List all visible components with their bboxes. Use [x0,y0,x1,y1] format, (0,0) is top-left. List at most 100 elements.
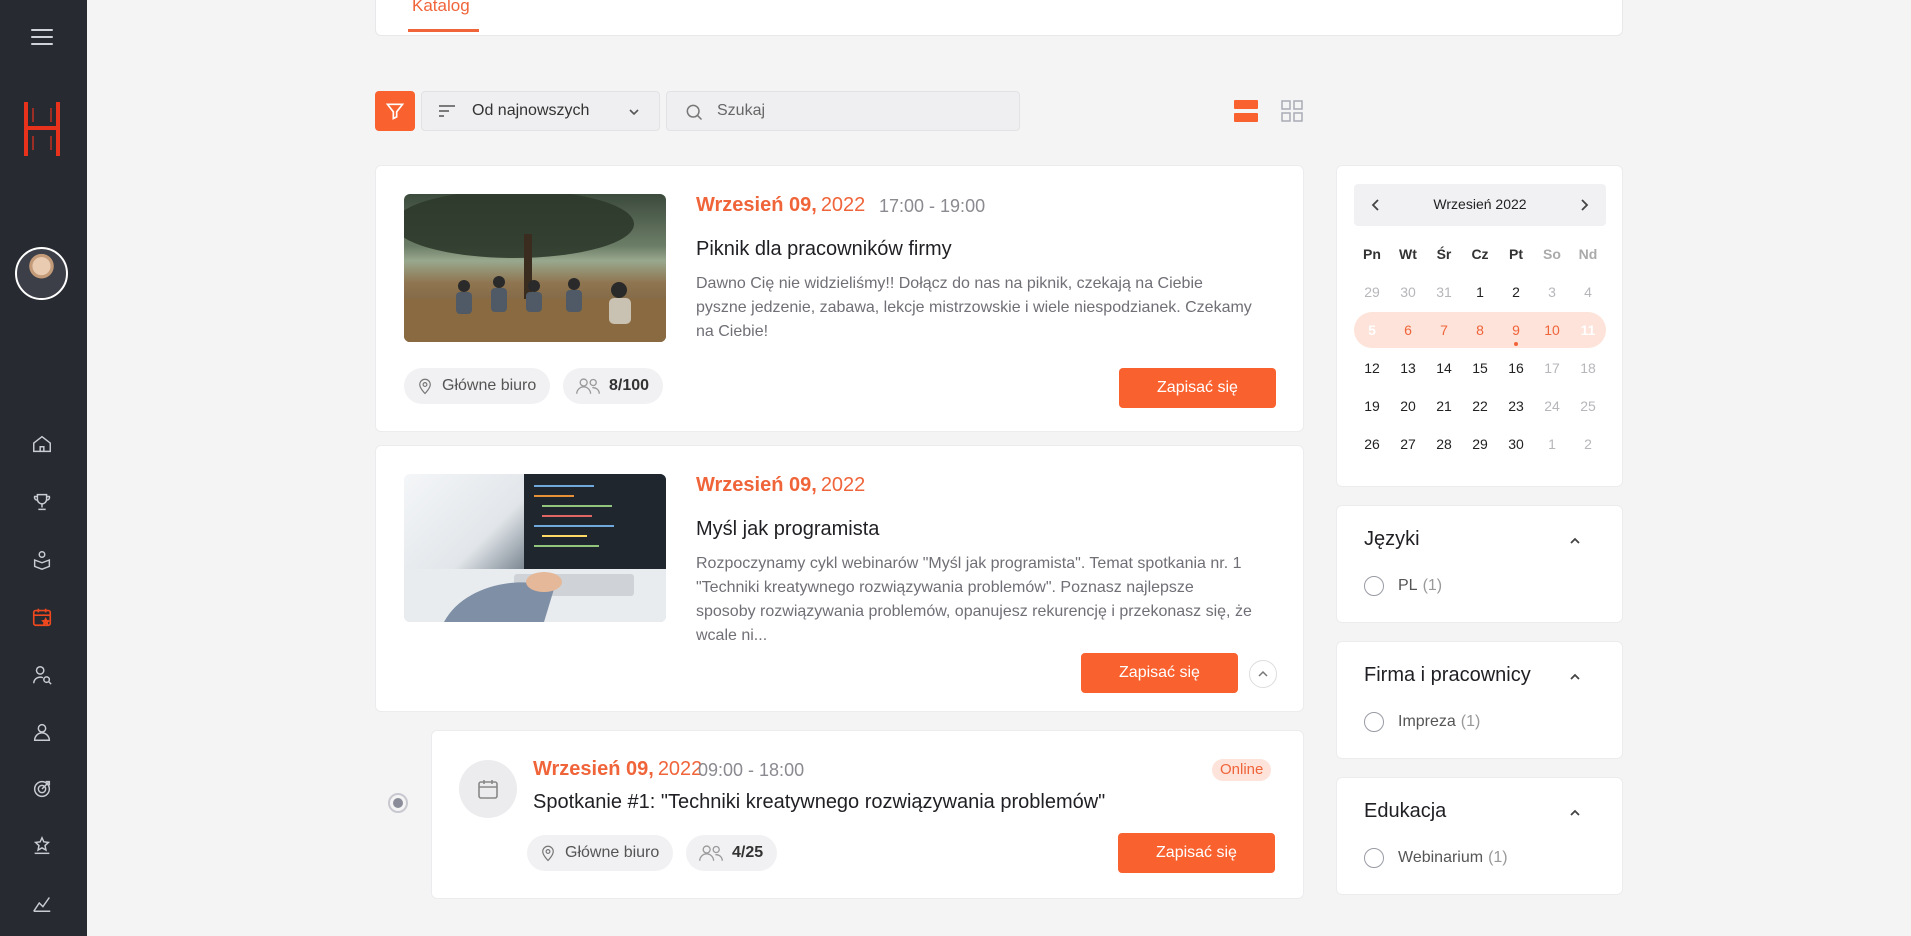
event-description: Rozpoczynamy cykl webinarów "Myśl jak pr… [696,555,1252,644]
calendar-day[interactable]: 30 [1498,426,1534,462]
sort-dropdown[interactable]: Od najnowszych [421,91,660,131]
search-box [666,91,1020,131]
chevron-up-icon[interactable] [1568,534,1582,548]
timeline-radio[interactable] [388,793,408,813]
calendar-day[interactable]: 1 [1534,426,1570,462]
event-title[interactable]: Piknik dla pracowników firmy [696,238,952,261]
calendar: Wrzesień 2022 Pn Wt Śr Cz Pt So Nd 29 30 31 1 2 3 4 5 6… [1336,165,1623,487]
weekday-label: Nd [1578,246,1598,262]
menu-icon[interactable] [31,29,53,47]
calendar-day[interactable]: 29 [1462,426,1498,462]
calendar-day[interactable]: 16 [1498,350,1534,386]
filter-title[interactable]: Języki [1364,528,1420,551]
filter-title[interactable]: Edukacja [1364,800,1446,823]
calendar-day[interactable]: 31 [1426,274,1462,310]
calendar-day[interactable]: 11 [1570,312,1606,348]
calendar-day[interactable]: 24 [1534,388,1570,424]
location-pin-icon [542,845,554,862]
calendar-day[interactable]: 30 [1390,274,1426,310]
filter-panel-languages: Języki PL (1) [1336,505,1623,623]
calendar-day[interactable]: 3 [1534,274,1570,310]
calendar-day[interactable]: 5 [1354,312,1390,348]
weekday-label: Wt [1399,246,1417,262]
calendar-day[interactable]: 26 [1354,426,1390,462]
weekday-label: Śr [1436,246,1452,262]
sidebar [0,0,87,936]
calendar-day[interactable]: 19 [1354,388,1390,424]
collapse-button[interactable] [1249,660,1277,688]
event-image [404,474,666,622]
event-title[interactable]: Spotkanie #1: "Techniki kreatywnego rozw… [533,791,1105,814]
calendar-day[interactable]: 18 [1570,350,1606,386]
calendar-day[interactable]: 22 [1462,388,1498,424]
calendar-day[interactable]: 2 [1570,426,1606,462]
location-pin-icon [419,378,431,395]
radio-button[interactable] [1364,712,1384,732]
radio-button[interactable] [1364,576,1384,596]
signup-button[interactable]: Zapisać się [1081,653,1238,693]
sub-event-card: Wrzesień 09, 2022 09:00 - 18:00 Online Sp… [431,730,1304,899]
signup-button[interactable]: Zapisać się [1119,368,1276,408]
user-search-icon[interactable] [28,661,56,689]
calendar-day[interactable]: 6 [1390,312,1426,348]
target-icon[interactable] [28,775,56,803]
home-icon[interactable] [28,430,56,458]
calendar-day[interactable]: 21 [1426,388,1462,424]
calendar-day[interactable]: 2 [1498,274,1534,310]
calendar-day[interactable]: 12 [1354,350,1390,386]
calendar-icon [478,780,498,799]
education-icon[interactable] [28,546,56,574]
event-time: 09:00 - 18:00 [698,760,805,780]
calendar-day[interactable]: 1 [1462,274,1498,310]
active-tab-indicator [408,29,479,32]
event-title[interactable]: Myśl jak programista [696,518,879,541]
growth-icon[interactable] [28,889,56,917]
avatar[interactable] [15,247,68,300]
filter-option[interactable]: Impreza (1) [1364,712,1480,732]
calendar-day[interactable]: 17 [1534,350,1570,386]
chevron-up-icon[interactable] [1568,670,1582,684]
chevron-down-icon [629,109,639,116]
filter-option[interactable]: Webinarium (1) [1364,848,1508,868]
trophy-icon[interactable] [28,488,56,516]
sort-label: Od najnowszych [472,102,590,119]
filter-icon [385,103,405,120]
calendar-day[interactable]: 28 [1426,426,1462,462]
calendar-day[interactable]: 8 [1462,312,1498,348]
grid-view-icon[interactable] [1281,100,1303,122]
calendar-day[interactable]: 25 [1570,388,1606,424]
event-time: 17:00 - 19:00 [879,196,986,216]
search-input[interactable] [717,92,1007,130]
calendar-day[interactable]: 29 [1354,274,1390,310]
calendar-day[interactable]: 20 [1390,388,1426,424]
filter-title[interactable]: Firma i pracownicy [1364,664,1531,687]
calendar-day[interactable]: 4 [1570,274,1606,310]
stars-icon[interactable] [28,832,56,860]
calendar-header: Wrzesień 2022 [1354,184,1606,226]
calendar-day[interactable]: 15 [1462,350,1498,386]
calendar-day[interactable]: 14 [1426,350,1462,386]
chevron-up-icon[interactable] [1568,806,1582,820]
calendar-day[interactable]: 7 [1426,312,1462,348]
calendar-icon[interactable] [28,603,56,631]
online-badge: Online [1212,759,1272,781]
filter-button[interactable] [375,91,415,131]
calendar-day[interactable]: 10 [1534,312,1570,348]
user-icon[interactable] [28,718,56,746]
weekday-label: Pt [1509,246,1523,262]
calendar-day[interactable]: 27 [1390,426,1426,462]
signup-button[interactable]: Zapisać się [1118,833,1275,873]
weekday-label: Pn [1363,246,1381,262]
weekday-label: Cz [1471,246,1489,262]
list-view-icon[interactable] [1234,100,1258,122]
filter-panel-education: Edukacja Webinarium (1) [1336,777,1623,895]
calendar-month: Wrzesień 2022 [1433,196,1527,212]
top-tabs: Katalog [375,0,1623,36]
filter-option[interactable]: PL (1) [1364,576,1442,596]
radio-button[interactable] [1364,848,1384,868]
logo[interactable] [22,100,62,158]
calendar-day[interactable]: 13 [1390,350,1426,386]
calendar-day[interactable]: 23 [1498,388,1534,424]
chevron-right-icon[interactable] [1576,197,1592,213]
event-date: Wrzesień 09, 2022 [533,758,703,780]
